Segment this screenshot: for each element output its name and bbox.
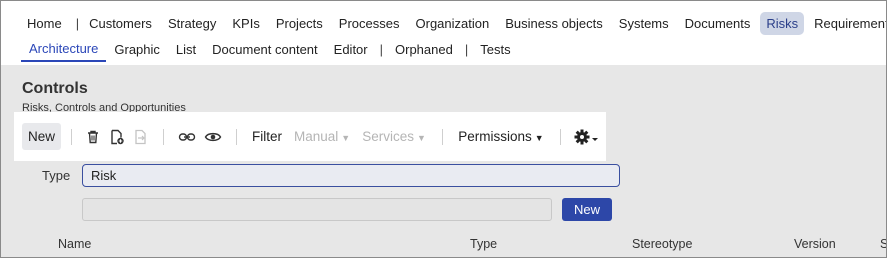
nav-item-home[interactable]: Home [21, 12, 68, 35]
trash-icon[interactable] [85, 127, 101, 147]
column-header-stereotype[interactable]: Stereotype [632, 237, 692, 251]
nav-item-organization[interactable]: Organization [410, 12, 496, 35]
chevron-down-icon: ▼ [341, 133, 351, 143]
primary-nav: Home | Customers Strategy KPIs Projects … [1, 9, 886, 37]
content-area: Controls Risks, Controls and Opportuniti… [1, 65, 886, 257]
chevron-down-icon: ▼ [534, 133, 544, 143]
nav-item-customers[interactable]: Customers [83, 12, 158, 35]
column-header-s[interactable]: S [880, 237, 886, 251]
nav-item-kpis[interactable]: KPIs [226, 12, 265, 35]
manual-label: Manual [294, 129, 339, 144]
services-label: Services [362, 129, 414, 144]
nav-item-requirements[interactable]: Requirements [808, 12, 886, 35]
column-header-type[interactable]: Type [470, 237, 497, 251]
link-icon[interactable] [178, 127, 196, 147]
search-input[interactable] [82, 198, 552, 221]
document-add-icon[interactable] [109, 127, 125, 147]
page-title: Controls [22, 80, 88, 97]
chevron-down-icon: ▼ [416, 133, 426, 143]
app-window: Home | Customers Strategy KPIs Projects … [0, 0, 887, 258]
nav-item-documents[interactable]: Documents [679, 12, 757, 35]
nav-separator: | [75, 15, 80, 31]
type-label: Type [42, 168, 71, 183]
nav-item-strategy[interactable]: Strategy [162, 12, 222, 35]
column-header-version[interactable]: Version [794, 237, 836, 251]
permissions-dropdown[interactable]: Permissions ▼ [452, 129, 549, 144]
filter-button[interactable]: Filter [246, 129, 288, 144]
nav-item-systems[interactable]: Systems [613, 12, 675, 35]
tab-graphic[interactable]: Graphic [106, 38, 168, 61]
column-header-name[interactable]: Name [58, 237, 91, 251]
toolbar: New Filter Manual ▼ Services ▼ Permissio… [14, 112, 606, 161]
services-dropdown: Services ▼ [356, 129, 432, 144]
tab-editor[interactable]: Editor [326, 38, 376, 61]
tab-list[interactable]: List [168, 38, 204, 61]
nav-item-business-objects[interactable]: Business objects [499, 12, 609, 35]
new-item-button[interactable]: New [562, 198, 612, 221]
eye-icon[interactable] [204, 127, 222, 147]
gear-icon[interactable] [574, 127, 602, 147]
tab-document-content[interactable]: Document content [204, 38, 326, 61]
search-row: New [82, 198, 612, 221]
tab-separator: | [379, 41, 384, 57]
new-button[interactable]: New [22, 123, 62, 150]
permissions-label: Permissions [458, 129, 532, 144]
tab-separator: | [464, 41, 469, 57]
nav-item-processes[interactable]: Processes [333, 12, 406, 35]
type-field[interactable]: Risk [82, 164, 620, 187]
tab-tests[interactable]: Tests [472, 38, 518, 61]
document-export-icon [133, 127, 149, 147]
tab-architecture[interactable]: Architecture [21, 37, 107, 62]
nav-item-projects[interactable]: Projects [270, 12, 329, 35]
manual-dropdown: Manual ▼ [288, 129, 356, 144]
nav-item-risks[interactable]: Risks [760, 11, 805, 35]
tab-orphaned[interactable]: Orphaned [387, 38, 461, 61]
secondary-nav: Architecture Graphic List Document conte… [1, 37, 519, 62]
type-row: Type Risk [42, 164, 620, 187]
